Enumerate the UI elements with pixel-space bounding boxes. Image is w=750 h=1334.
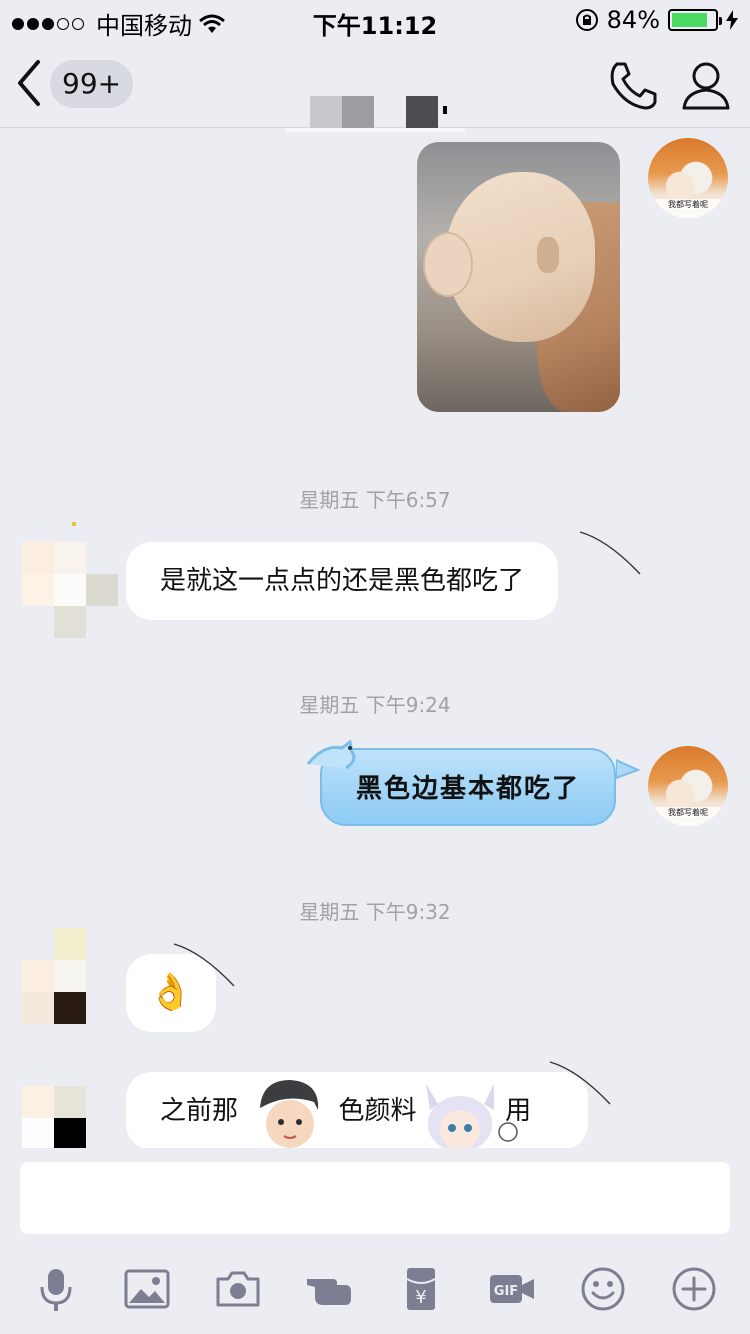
camera-icon [216,1271,260,1307]
message-list[interactable]: 我都写着呢 星期五 下午6:57 是就这一点点的还是黑色都吃了 星期五 下午9:… [0,128,750,1148]
contact-name-pixelated[interactable] [285,62,465,132]
microphone-icon [40,1269,72,1311]
self-avatar[interactable]: 我都写着呢 [648,746,728,826]
catgirl-sticker-icon [426,1084,518,1148]
orientation-lock-icon [575,9,598,31]
received-message-bubble[interactable]: 是就这一点点的还是黑色都吃了 [126,542,559,620]
more-button[interactable] [664,1259,724,1319]
yen-symbol: ¥ [415,1287,426,1308]
message-timestamp: 星期五 下午9:32 [299,900,451,924]
bubble-swoosh-decoration [579,531,641,575]
battery-icon [668,9,722,31]
gif-button[interactable]: GIF [482,1259,542,1319]
sent-photo[interactable] [417,142,620,412]
poke-button[interactable] [299,1259,359,1319]
gif-icon: GIF [489,1275,534,1303]
message-input[interactable] [20,1162,730,1234]
message-text: 之前那 [160,1096,239,1126]
bubble-swoosh-decoration [549,1061,611,1105]
bubble-swoosh-decoration [173,943,235,987]
image-button[interactable] [117,1259,177,1319]
unread-count-badge[interactable]: 99+ [50,60,134,108]
image-icon [124,1269,170,1309]
bubble-bird-decoration [306,739,356,770]
message-text: 是就这一点点的还是黑色都吃了 [160,566,525,596]
chat-header: 99+ [0,40,750,132]
emoji-icon [581,1267,625,1311]
status-right: 84% [575,6,738,34]
contact-profile-icon[interactable] [680,58,732,114]
boy-sticker-icon [260,1080,319,1148]
back-chevron-icon[interactable] [10,58,50,108]
message-text-middle: 色颜料 [338,1096,417,1126]
message-timestamp: 星期五 下午9:24 [299,693,451,717]
bubble-tail-decoration [616,758,641,780]
message-timestamp: 星期五 下午6:57 [299,488,451,512]
poke-hand-icon [307,1279,352,1305]
status-bar: 中国移动 下午11:12 84% [0,0,750,40]
message-text: 黑色边基本都吃了 [356,774,581,804]
red-packet-button[interactable]: ¥ [391,1259,451,1319]
self-avatar[interactable]: 我都写着呢 [648,138,728,218]
emoji-button[interactable] [573,1259,633,1319]
plus-icon [672,1267,716,1311]
phone-call-icon[interactable] [605,58,661,114]
red-packet-icon: ¥ [406,1268,436,1310]
camera-button[interactable] [208,1259,268,1319]
battery-percent: 84% [606,6,660,34]
input-toolbar: ¥ GIF [0,1244,750,1334]
microphone-button[interactable] [26,1259,86,1319]
gif-label: GIF [494,1284,518,1299]
charging-icon [726,10,738,30]
